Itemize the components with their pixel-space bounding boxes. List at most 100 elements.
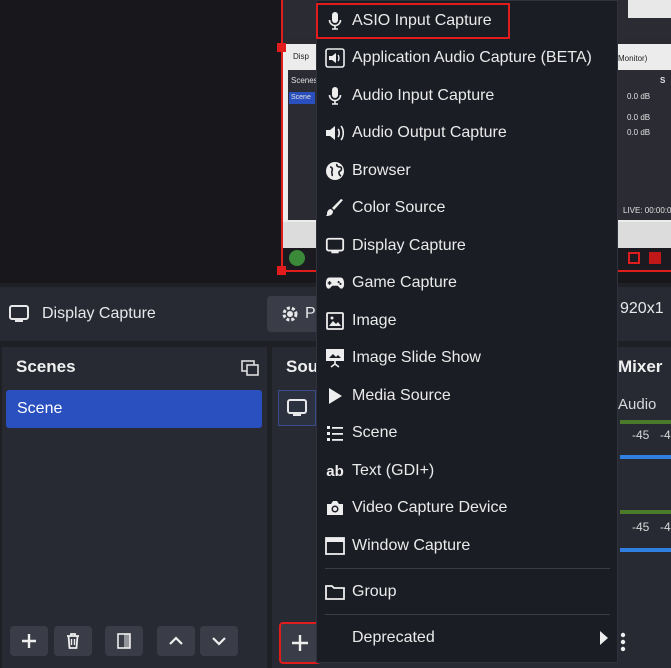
text-icon: ab [326,462,344,480]
mini-db-3: 0.0 dB [627,128,651,137]
mixer-title: Mixer [618,357,663,376]
mixer-tick-b: -4 [660,428,671,442]
play-icon [325,386,345,406]
chevron-down-icon [210,632,228,650]
source-list-item[interactable] [278,390,316,426]
scene-filters-button[interactable] [105,626,143,656]
add-scene-button[interactable] [10,626,48,656]
scenes-title: Scenes [16,357,76,376]
window-icon [325,536,345,556]
menu-item-label: Deprecated [352,629,435,646]
more-vertical-icon [620,632,626,652]
menu-item-group[interactable]: Group [317,574,617,610]
menu-item-browser[interactable]: Browser [317,153,617,189]
list-icon [325,423,345,443]
mixer-channel-label: Audio [618,396,657,413]
mixer-volume-slider-2[interactable] [620,548,671,552]
menu-item-label: Text (GDI+) [352,462,435,479]
scene-list-item[interactable]: Scene [6,390,262,428]
menu-item-image[interactable]: Image [317,303,617,339]
globe-icon [325,161,345,181]
gamepad-icon [325,273,345,293]
menu-item-label: Color Source [352,199,446,216]
mini-s-label: S [660,76,666,85]
menu-item-game-capture[interactable]: Game Capture [317,265,617,301]
menu-item-label: Video Capture Device [352,499,508,516]
resolution-text: 920x1 [620,300,664,317]
mini-tooltip [628,0,671,18]
mini-db-1: 0.0 dB [627,92,651,101]
plus-icon [290,633,310,653]
mixer-meter-1 [620,420,671,424]
move-scene-down-button[interactable] [200,626,238,656]
menu-item-audio-input-capture[interactable]: Audio Input Capture [317,78,617,114]
mini-scenes-label: Scenes [291,76,318,85]
menu-item-video-capture-device[interactable]: Video Capture Device [317,490,617,526]
menu-item-display-capture[interactable]: Display Capture [317,228,617,264]
image-icon [325,311,345,331]
menu-item-label: Audio Input Capture [352,87,495,104]
properties-label: P [305,305,316,322]
menu-item-label: Scene [352,424,398,441]
add-source-button[interactable] [279,622,321,664]
mini-tray-icon [649,252,661,264]
mini-db-2: 0.0 dB [627,113,651,122]
menu-item-label: Image Slide Show [352,349,481,366]
menu-item-label: Game Capture [352,274,457,291]
menu-item-label: Image [352,312,397,329]
menu-item-label: Group [352,583,397,600]
slideshow-icon [325,348,345,368]
move-scene-up-button[interactable] [157,626,195,656]
resize-handle-bottom-left[interactable] [277,266,286,275]
add-source-context-menu: ASIO Input Capture Application Audio Cap… [316,0,618,663]
gear-icon [281,305,299,323]
menu-item-image-slide-show[interactable]: Image Slide Show [317,340,617,376]
mini-monitor-label: Monitor) [618,54,648,63]
camera-icon [325,498,345,518]
menu-item-label: Application Audio Capture (BETA) [352,49,592,66]
menu-item-media-source[interactable]: Media Source [317,378,617,414]
mini-tab-label: Disp [293,52,310,61]
mixer-volume-slider-1[interactable] [620,455,671,459]
menu-item-scene[interactable]: Scene [317,415,617,451]
sources-title: Sou [286,357,319,376]
mini-live-label: LIVE: 00:00:0 [623,206,671,215]
mini-start-icon [289,250,305,266]
asio-highlight-box [316,3,510,39]
menu-item-label: Display Capture [352,237,466,254]
menu-item-color-source[interactable]: Color Source [317,190,617,226]
remove-scene-button[interactable] [54,626,92,656]
plus-icon [20,632,38,650]
menu-separator [325,614,610,615]
mixer-meter-2 [620,510,671,514]
speaker-app-icon [325,48,345,68]
monitor-icon [8,304,30,324]
menu-item-label: Window Capture [352,537,471,554]
menu-item-audio-output-capture[interactable]: Audio Output Capture [317,115,617,151]
filter-icon [115,632,133,650]
selected-source-info: Display Capture [8,287,156,341]
menu-item-label: Audio Output Capture [352,124,507,141]
mixer-tick-d: -4 [660,520,671,534]
menu-item-application-audio-capture[interactable]: Application Audio Capture (BETA) [317,40,617,76]
submenu-arrow-icon [599,630,609,646]
resize-handle-left[interactable] [277,43,286,52]
folder-icon [325,582,345,602]
trash-icon [64,632,82,650]
microphone-icon [325,86,345,106]
monitor-icon [325,236,345,256]
mixer-tick-a: -45 [632,428,650,442]
speaker-icon [325,123,345,143]
menu-item-label: Browser [352,162,411,179]
menu-item-window-capture[interactable]: Window Capture [317,528,617,564]
undock-icon[interactable] [240,357,260,377]
mini-scene-item-label: Scene [291,94,311,101]
monitor-icon [286,398,308,418]
menu-item-text-gdi[interactable]: ab Text (GDI+) [317,453,617,489]
menu-item-label: Media Source [352,387,451,404]
chevron-up-icon [167,632,185,650]
scenes-dock: Scenes Scene [2,347,267,668]
menu-item-deprecated[interactable]: Deprecated [317,620,617,656]
selected-source-name: Display Capture [42,305,156,322]
mini-record-icon [628,252,640,264]
